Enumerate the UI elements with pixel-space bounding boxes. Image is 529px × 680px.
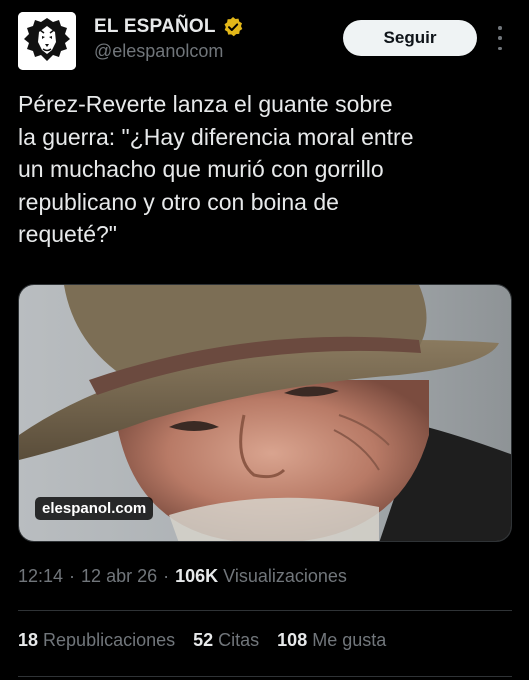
tweet-stats: 18 Republicaciones 52 Citas 108 Me gusta — [18, 630, 404, 651]
likes-stat[interactable]: 108 Me gusta — [277, 630, 386, 651]
quotes-count: 52 — [193, 630, 214, 650]
avatar[interactable] — [18, 12, 76, 70]
divider — [18, 610, 512, 611]
quotes-label: Citas — [218, 630, 260, 650]
tweet-meta: 12:14 · 12 abr 26 · 106K Visualizaciones — [18, 566, 347, 587]
views-label: Visualizaciones — [223, 566, 347, 586]
meta-separator: · — [163, 566, 170, 586]
display-name[interactable]: EL ESPAÑOL — [94, 16, 216, 38]
tweet-text: Pérez-Reverte lanza el guante sobre la g… — [18, 91, 414, 247]
reposts-label: Republicaciones — [43, 630, 176, 650]
reposts-stat[interactable]: 18 Republicaciones — [18, 630, 175, 651]
lion-logo-icon — [18, 12, 76, 70]
quotes-stat[interactable]: 52 Citas — [193, 630, 259, 651]
account-handle[interactable]: @elespanolcom — [94, 41, 244, 62]
meta-separator: · — [69, 566, 76, 586]
tweet-header: EL ESPAÑOL @elespanolcom Seguir — [18, 12, 513, 74]
more-options-icon[interactable] — [495, 26, 505, 50]
divider — [18, 676, 512, 677]
link-card[interactable]: elespanol.com — [18, 284, 512, 542]
views-count: 106K — [175, 566, 219, 586]
likes-count: 108 — [277, 630, 308, 650]
reposts-count: 18 — [18, 630, 39, 650]
tweet-time[interactable]: 12:14 — [18, 566, 63, 587]
verified-badge-icon — [222, 16, 244, 38]
tweet-date[interactable]: 12 abr 26 — [81, 566, 157, 587]
link-domain-badge: elespanol.com — [35, 497, 154, 520]
likes-label: Me gusta — [312, 630, 387, 650]
follow-button[interactable]: Seguir — [343, 20, 477, 56]
